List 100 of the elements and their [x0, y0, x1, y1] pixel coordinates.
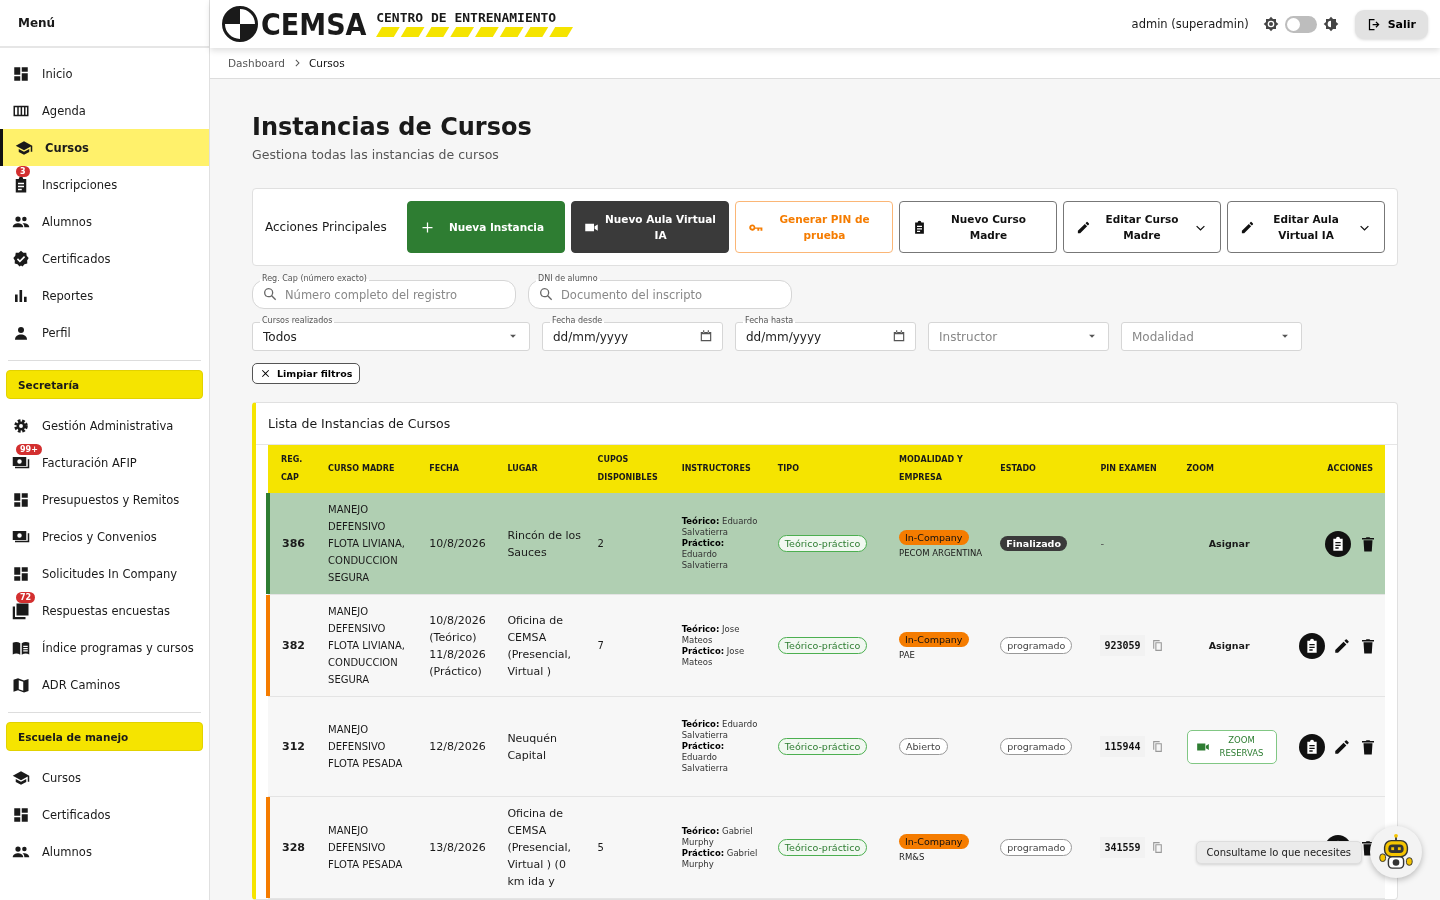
column-header: FECHA	[421, 445, 500, 493]
sidebar-item[interactable]: Agenda	[0, 92, 209, 129]
table-row[interactable]: 312 MANEJO DEFENSIVO FLOTA PESADA 12/8/2026 Neuquén Capital Teórico: Eduardo Salvatierra Práctico: Eduardo Salvatierra Teórico-práctico Abierto programado 115944 ZOOM RESERVAS	[268, 696, 1385, 797]
sidebar-item[interactable]: Precios y Convenios	[0, 518, 209, 555]
assign-link[interactable]: Asignar	[1208, 640, 1250, 651]
modality-tag: Abierto	[899, 738, 948, 755]
column-header: PIN EXAMEN	[1092, 445, 1179, 493]
pencil-icon	[1076, 219, 1091, 235]
field-label: Fecha desde	[550, 316, 605, 326]
table-cell-text: 11/8/2026 (Práctico)	[429, 646, 487, 680]
clipboard-icon	[912, 219, 927, 235]
sidebar-item[interactable]: Solicitudes In Company	[0, 555, 209, 592]
copy-icon[interactable]	[1150, 740, 1164, 753]
instructor-text: Teórico: Jose Mateos	[681, 623, 741, 646]
assistant-tooltip: Consultame lo que necesites	[1195, 840, 1362, 864]
sidebar-item[interactable]: 3 Inscripciones	[0, 166, 209, 203]
table-row[interactable]	[268, 493, 1385, 595]
action-button[interactable]: Nueva Instancia	[407, 201, 565, 253]
sidebar-item[interactable]: Índice programas y cursos	[0, 629, 209, 666]
column-header: ACCIONES	[1279, 445, 1385, 493]
search-field[interactable]: Documento del inscripto	[528, 280, 792, 309]
sidebar-item[interactable]: Alumnos	[0, 203, 209, 240]
action-button[interactable]: Editar Curso Madre	[1063, 201, 1221, 253]
edit-button[interactable]	[1333, 636, 1351, 655]
table-cell-text: MANEJO DEFENSIVO FLOTA LIVIANA, CONDUCCION SEGURA	[328, 605, 406, 687]
company-name: PECOM ARGENTINA	[899, 547, 984, 559]
table-cell-text: 7	[597, 639, 605, 653]
column-header: LUGAR	[499, 445, 590, 493]
count-badge: 72	[16, 591, 36, 603]
modality-tag: In-Company	[899, 631, 969, 647]
table-cell-text: Oficina de CEMSA (Presencial, Virtual ) (0 km ida y	[507, 806, 573, 890]
pencil-icon	[1240, 219, 1255, 235]
breadcrumb-link[interactable]: Dashboard	[228, 57, 285, 69]
theme-toggle[interactable]	[1284, 15, 1317, 33]
action-button[interactable]: Editar Aula Virtual IA	[1227, 201, 1385, 253]
copy-icon[interactable]	[1150, 841, 1164, 854]
assign-link[interactable]: Asignar	[1208, 538, 1250, 549]
action-button[interactable]: Nuevo Curso Madre	[899, 201, 1057, 253]
sidebar-item[interactable]: Cursos	[0, 759, 209, 796]
sidebar-item[interactable]: ADR Caminos	[0, 666, 209, 703]
column-header: CURSO MADRE	[320, 445, 422, 493]
pin-code: 341559	[1100, 837, 1145, 858]
report-button[interactable]	[1325, 530, 1351, 557]
contrast-icon	[1322, 16, 1339, 32]
section-header: Secretaría	[6, 370, 203, 399]
table-cell-text: 12/8/2026	[429, 739, 487, 755]
table-cell-text: 2	[597, 537, 605, 551]
column-header: CUPOS DISPONIBLES	[589, 445, 674, 493]
zoom-button[interactable]: ZOOM RESERVAS	[1186, 729, 1277, 764]
user-name: admin (superadmin)	[1131, 17, 1249, 31]
sidebar-item[interactable]: Gestión Administrativa	[0, 407, 209, 444]
select-field[interactable]: Instructor	[928, 322, 1109, 351]
column-header: ESTADO	[992, 445, 1093, 493]
table-row[interactable]	[268, 594, 1385, 697]
logout-button[interactable]: Salir	[1354, 9, 1428, 39]
calendar-icon	[892, 329, 906, 343]
table-cell-text: 10/8/2026 (Teórico)	[429, 612, 487, 646]
sidebar-item[interactable]: Perfil	[0, 314, 209, 351]
date-field[interactable]: dd/mm/yyyy	[735, 322, 916, 351]
instructor-text: Práctico: Eduardo Salvatierra	[681, 741, 729, 774]
field-label: Reg. Cap (número exacto)	[260, 274, 369, 284]
sidebar-item[interactable]: Certificados	[0, 240, 209, 277]
select-field[interactable]: Todos	[252, 322, 530, 351]
field-label: DNI de alumno	[536, 274, 600, 284]
table-cell-text: Rincón de los Sauces	[507, 527, 582, 561]
column-header: INSTRUCTORES	[673, 445, 770, 493]
table-cell: 328	[282, 841, 305, 854]
sidebar-item[interactable]: Reportes	[0, 277, 209, 314]
delete-button[interactable]	[1359, 636, 1377, 655]
report-button[interactable]	[1299, 632, 1325, 659]
edit-button[interactable]	[1333, 737, 1351, 756]
action-button[interactable]: Nuevo Aula Virtual IA	[571, 201, 729, 253]
select-field[interactable]: Modalidad	[1121, 322, 1302, 351]
company-name: RM&S	[899, 851, 926, 863]
delete-button[interactable]	[1359, 737, 1377, 756]
sidebar-item[interactable]: Cursos	[0, 129, 209, 166]
logout-icon	[1366, 16, 1382, 32]
brightness-icon	[1262, 16, 1279, 32]
instructor-text: Práctico: Gabriel Murphy	[681, 847, 759, 870]
clipboard-icon	[1304, 637, 1320, 654]
report-button[interactable]	[1299, 733, 1325, 760]
sidebar-item[interactable]: Alumnos	[0, 833, 209, 870]
clear-filters-button[interactable]: Limpiar filtros	[252, 363, 361, 384]
page-subtitle: Gestiona todas las instancias de cursos	[252, 147, 500, 162]
map-icon	[12, 675, 30, 694]
delete-button[interactable]	[1359, 534, 1377, 553]
field-label: Fecha hasta	[743, 316, 796, 326]
copy-icon[interactable]	[1150, 639, 1164, 652]
column-header: MODALIDAD Y EMPRESA	[891, 445, 993, 493]
sidebar-item[interactable]: Presupuestos y Remitos	[0, 481, 209, 518]
modality-tag: In-Company	[899, 833, 969, 849]
column-header: ZOOM	[1178, 445, 1280, 493]
sidebar-item[interactable]: Certificados	[0, 796, 209, 833]
brand-tagline: CENTRO DE ENTRENAMIENTO	[376, 11, 558, 25]
sidebar-item[interactable]: 72 Respuestas encuestas	[0, 592, 209, 629]
date-field[interactable]: dd/mm/yyyy	[542, 322, 723, 351]
type-tag: Teórico-práctico	[777, 738, 868, 755]
sidebar-item[interactable]: Inicio	[0, 55, 209, 92]
search-icon	[262, 286, 278, 302]
sidebar-item[interactable]: 99+ Facturación AFIP	[0, 444, 209, 481]
